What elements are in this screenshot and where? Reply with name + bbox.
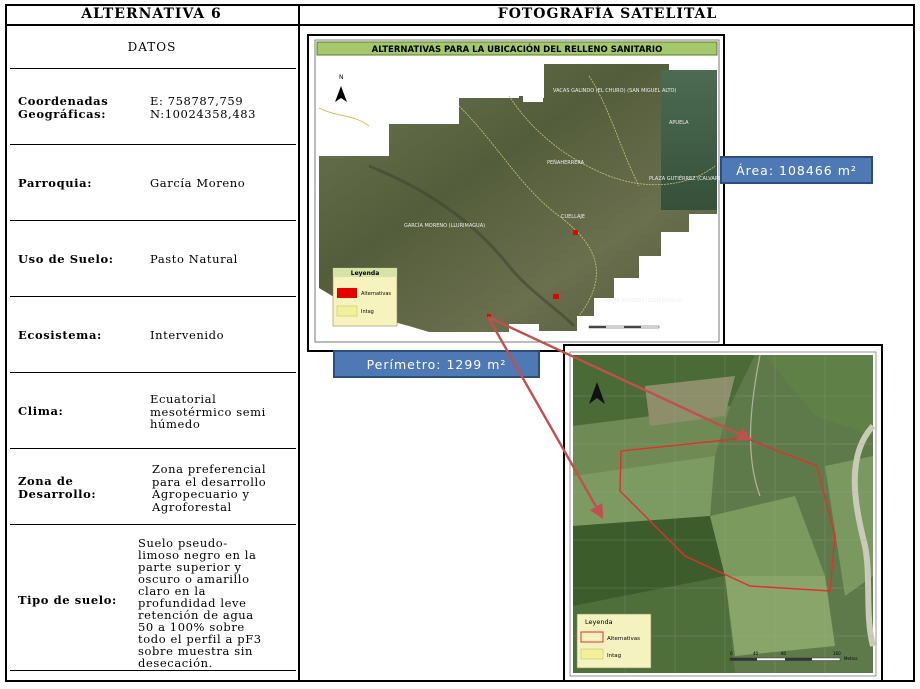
connector-arrow [486, 316, 604, 520]
connector-arrow [487, 315, 753, 441]
arrow-overlay [486, 315, 753, 520]
